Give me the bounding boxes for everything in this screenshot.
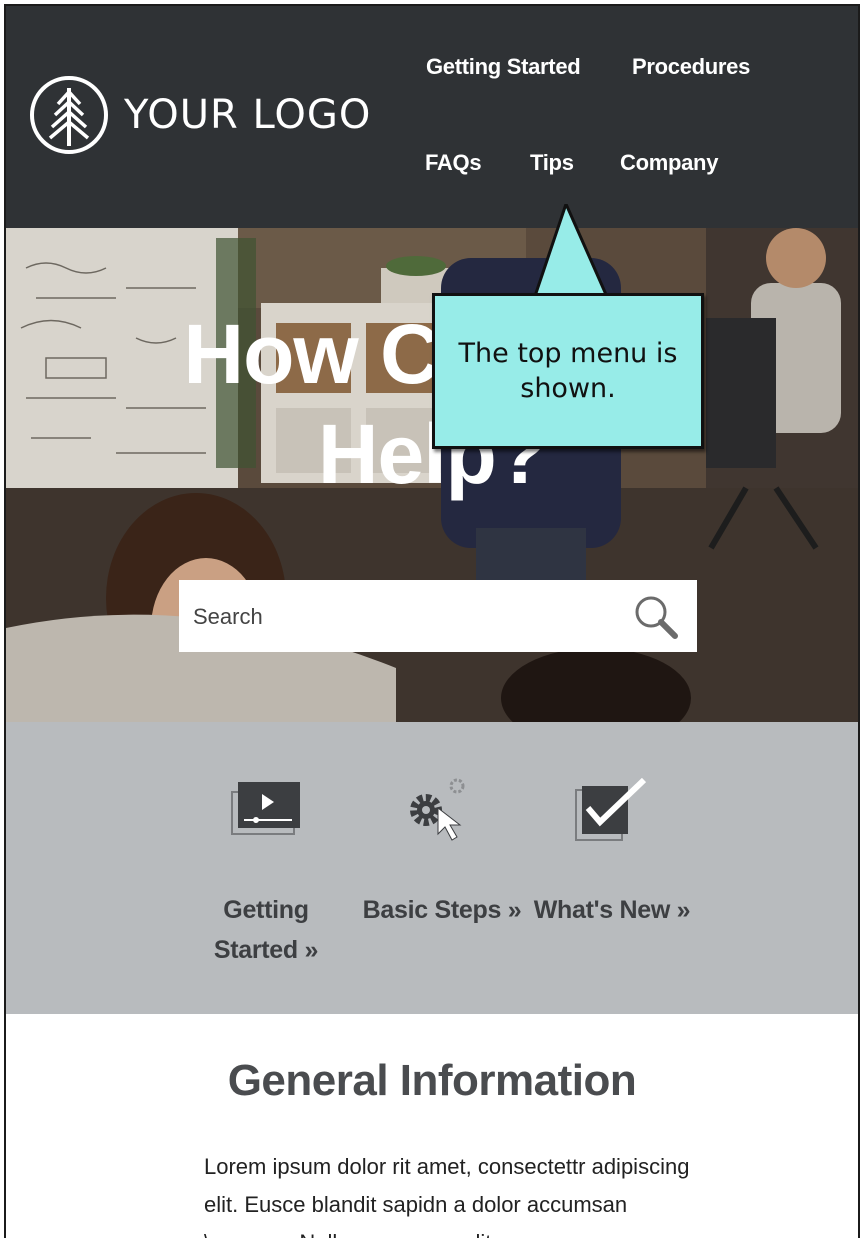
quick-link-label-line1: Getting bbox=[223, 896, 309, 924]
tree-logo-icon[interactable] bbox=[28, 74, 110, 156]
logo-text[interactable]: YOUR LOGO bbox=[124, 92, 371, 138]
quick-link-label-line2: Started » bbox=[213, 936, 319, 964]
nav-procedures[interactable]: Procedures bbox=[632, 54, 750, 80]
callout-text: The top menu is shown. bbox=[458, 338, 678, 404]
search-icon[interactable] bbox=[633, 594, 679, 640]
nav-tips[interactable]: Tips bbox=[530, 150, 574, 176]
search-bar bbox=[179, 580, 697, 654]
page-frame: YOUR LOGO Getting Started Procedures FAQ… bbox=[4, 4, 860, 1238]
callout-note: The top menu is shown. bbox=[432, 293, 704, 449]
callout-pointer bbox=[526, 204, 636, 304]
quick-link-basic-steps[interactable]: Basic Steps » bbox=[352, 890, 532, 930]
general-information-body: Lorem ipsum dolor rit amet, consectettr … bbox=[204, 1154, 690, 1238]
checkbox-icon[interactable] bbox=[574, 778, 650, 846]
search-input[interactable] bbox=[179, 580, 625, 654]
nav-faqs[interactable]: FAQs bbox=[425, 150, 482, 176]
quick-links-section: Getting Started » Basic Steps » What's N… bbox=[6, 722, 858, 1014]
general-information-heading: General Information bbox=[227, 1056, 637, 1105]
nav-company[interactable]: Company bbox=[620, 150, 718, 176]
video-player-icon[interactable] bbox=[230, 780, 302, 836]
quick-link-whats-new[interactable]: What's New » bbox=[526, 890, 698, 930]
quick-link-getting-started[interactable]: Getting Started » bbox=[196, 890, 336, 970]
gear-cursor-icon[interactable] bbox=[402, 774, 474, 846]
top-header: YOUR LOGO Getting Started Procedures FAQ… bbox=[6, 6, 858, 228]
nav-getting-started[interactable]: Getting Started bbox=[426, 54, 581, 80]
